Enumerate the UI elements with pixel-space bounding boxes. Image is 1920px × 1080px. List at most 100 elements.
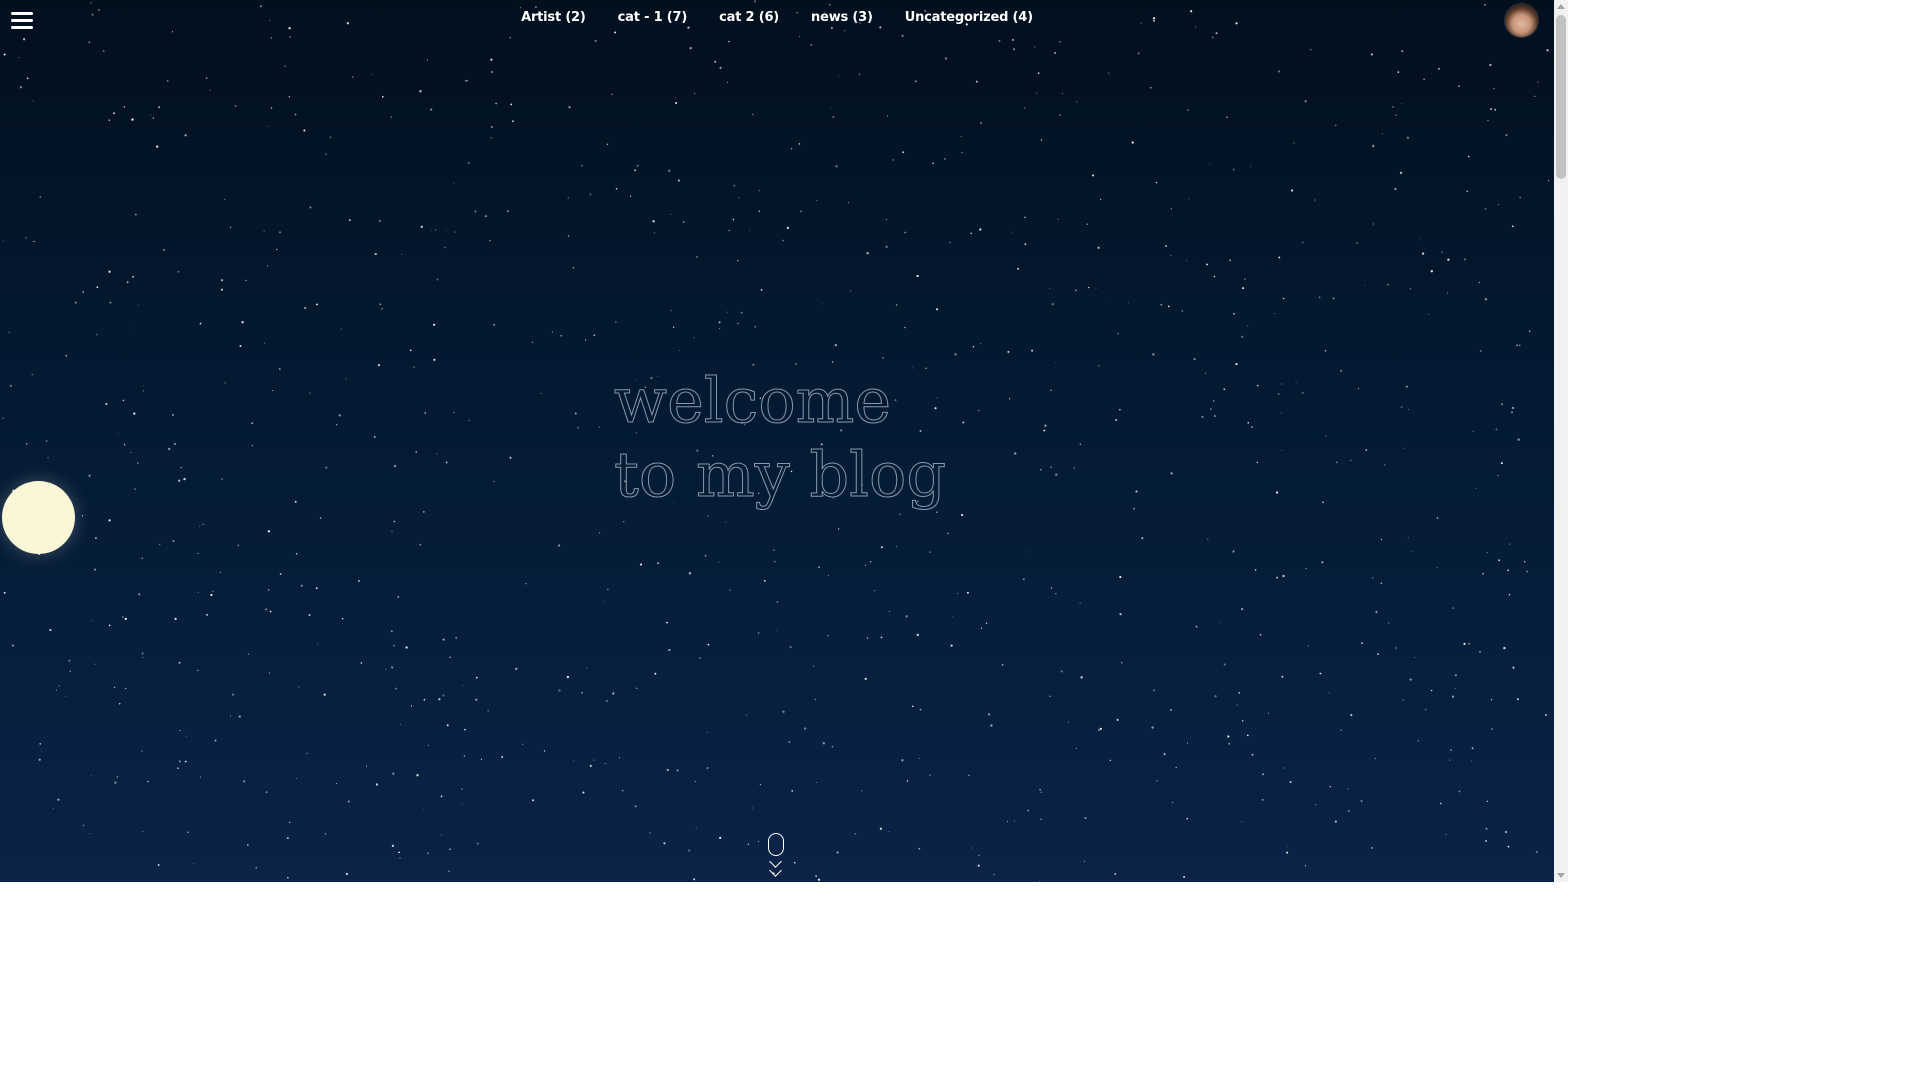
nav-item-cat-1[interactable]: cat - 1 (7) [618,10,688,25]
star [1482,572,1484,575]
star [121,616,124,618]
star [1484,3,1486,6]
star [1227,735,1230,738]
star [1137,52,1140,55]
star [1321,561,1324,564]
star [475,676,478,679]
star [1281,449,1283,451]
star [1295,381,1297,383]
star [1509,543,1511,545]
star [1307,645,1309,647]
user-avatar[interactable] [1505,4,1538,37]
star [39,743,41,745]
star [1054,52,1056,54]
star [224,382,226,384]
star [693,337,695,339]
nav-item-news[interactable]: news (3) [811,10,873,25]
star [1256,384,1259,387]
star [670,310,672,312]
star [1095,287,1097,289]
star [782,239,784,242]
star [1511,406,1515,410]
star [1187,109,1189,111]
star [757,632,760,634]
scroll-down-mouse-icon[interactable] [767,833,787,881]
star [1040,818,1042,820]
star [1262,773,1265,776]
star [487,710,489,712]
star [445,461,448,464]
star [506,210,509,213]
star [1128,302,1129,304]
star [90,775,92,777]
star [358,580,360,582]
star [522,743,524,745]
star [718,321,721,324]
star [168,447,171,451]
star [1517,438,1520,441]
star [264,342,266,344]
star [906,780,909,782]
star [324,832,327,835]
star [791,148,793,150]
star [634,169,636,172]
star [1023,578,1025,580]
star [1380,538,1382,541]
star [1057,218,1059,220]
star [1324,350,1327,352]
star [804,727,807,730]
star [118,702,121,705]
star [728,40,730,43]
star [1098,728,1101,731]
star [11,644,14,647]
star [1436,567,1438,569]
star [1325,435,1327,437]
star [1319,296,1321,298]
nav-item-artist[interactable]: Artist (2) [521,10,586,25]
star [614,320,617,323]
star [873,590,876,592]
star [142,657,144,658]
page-scrollbar[interactable] [1554,0,1568,882]
star [419,543,422,546]
star [495,102,497,105]
star [430,229,432,231]
star [799,210,803,213]
nav-item-cat-2[interactable]: cat 2 (6) [719,10,779,25]
star [374,252,377,256]
star [598,531,601,534]
star [1334,820,1337,823]
star [1507,569,1510,572]
star [1152,353,1155,356]
star [461,803,463,805]
star [1417,739,1420,742]
scroll-down-arrow-icon[interactable] [1557,873,1565,878]
star [1360,800,1363,803]
star [699,657,702,660]
mouse-outline [768,833,784,856]
star [174,443,176,445]
star [442,638,445,641]
star [1014,452,1017,455]
star [419,90,422,93]
star [156,145,159,148]
star [1409,288,1411,290]
nav-item-uncategorized[interactable]: Uncategorized (4) [905,10,1033,25]
star [131,118,134,121]
star [1537,81,1539,83]
star [1170,208,1172,210]
star [1079,602,1081,604]
star [401,253,403,255]
star [315,587,318,590]
star [1370,53,1373,56]
star [1050,587,1053,589]
star [1247,421,1250,424]
star [114,781,117,784]
star [454,231,456,233]
scroll-up-arrow-icon[interactable] [1557,4,1565,9]
star [1478,281,1480,283]
scrollbar-thumb[interactable] [1556,15,1566,179]
star [138,593,141,596]
star [446,724,449,727]
star [158,543,161,546]
